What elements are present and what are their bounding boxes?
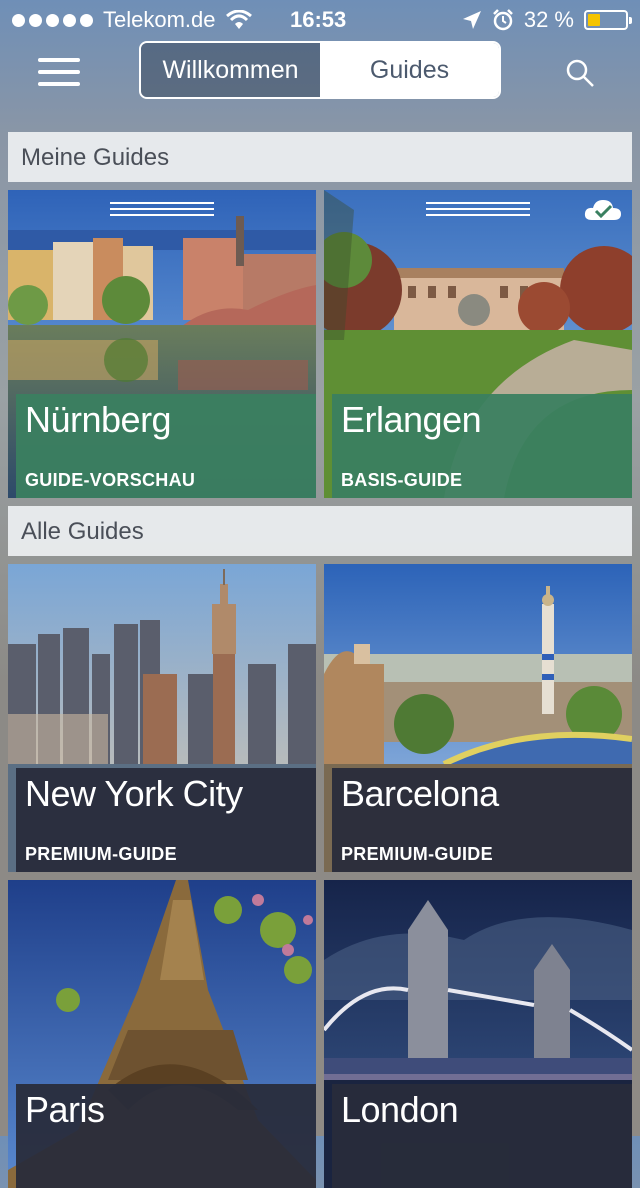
guide-label: New York City PREMIUM-GUIDE [16, 768, 316, 872]
guide-type: PREMIUM-GUIDE [341, 844, 493, 864]
battery-icon [584, 10, 632, 30]
status-bar: Telekom.de 16:53 32 % [0, 0, 640, 40]
guide-city-name: London [341, 1089, 459, 1130]
cloud-check-icon [584, 200, 621, 220]
guide-label: London [332, 1084, 632, 1188]
guide-city-name: Erlangen [341, 399, 482, 440]
guide-card-paris[interactable]: Paris [8, 880, 316, 1188]
guide-card-barcelona[interactable]: Barcelona PREMIUM-GUIDE [324, 564, 632, 872]
guide-label: Barcelona PREMIUM-GUIDE [332, 768, 632, 872]
guide-label: Erlangen BASIS-GUIDE [332, 394, 632, 498]
guide-city-name: Nürnberg [25, 399, 172, 440]
navigation-bar: Willkommen Guides [0, 40, 640, 110]
segmented-control: Willkommen Guides [139, 41, 501, 99]
guide-city-name: New York City [25, 773, 243, 814]
carrier-name: Telekom.de [103, 7, 216, 32]
guide-label: Paris [16, 1084, 316, 1188]
battery-percentage: 32 % [523, 7, 574, 32]
drag-handle[interactable] [426, 202, 530, 220]
hamburger-icon-line [38, 70, 80, 74]
clock: 16:53 [290, 7, 347, 32]
wifi-icon [225, 10, 252, 29]
section-header-all-guides: Alle Guides [8, 506, 632, 556]
drag-handle[interactable] [110, 202, 214, 220]
guide-card-erlangen[interactable]: Erlangen BASIS-GUIDE [324, 190, 632, 498]
guide-city-name: Barcelona [341, 773, 499, 814]
alarm-icon [492, 9, 513, 31]
guide-type: BASIS-GUIDE [341, 470, 463, 490]
location-arrow-icon [462, 11, 481, 29]
tab-guides[interactable]: Guides [320, 43, 499, 97]
tab-willkommen[interactable]: Willkommen [141, 43, 320, 97]
guide-city-name: Paris [25, 1089, 105, 1130]
guide-card-new-york-city[interactable]: New York City PREMIUM-GUIDE [8, 564, 316, 872]
guide-card-nuernberg[interactable]: Nürnberg GUIDE-VORSCHAU [8, 190, 316, 498]
guide-card-london[interactable]: London [324, 880, 632, 1188]
guide-type: PREMIUM-GUIDE [25, 844, 177, 864]
guide-type: GUIDE-VORSCHAU [25, 470, 196, 490]
menu-button[interactable] [38, 58, 80, 88]
signal-strength-icon [12, 13, 93, 27]
guide-label: Nürnberg GUIDE-VORSCHAU [16, 394, 316, 498]
section-header-my-guides: Meine Guides [8, 132, 632, 182]
search-icon[interactable] [565, 58, 595, 88]
hamburger-icon-line [38, 82, 80, 86]
hamburger-icon [38, 58, 80, 62]
